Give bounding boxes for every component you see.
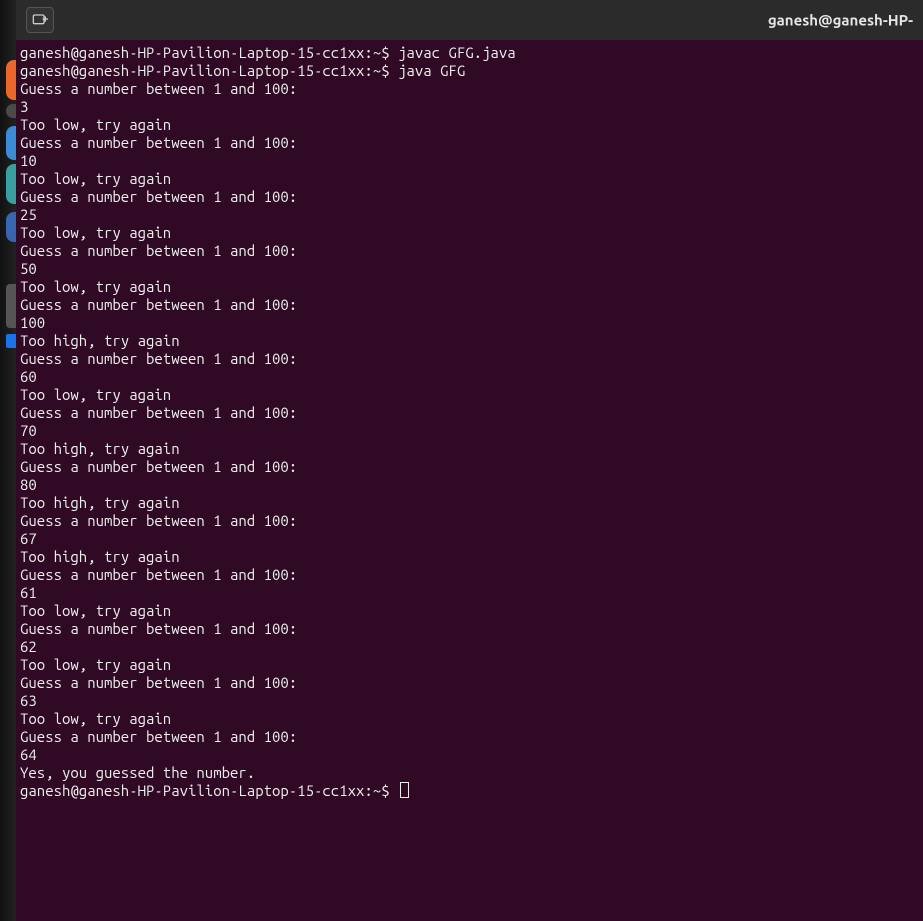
terminal-line: Guess a number between 1 and 100: [20, 458, 921, 476]
dock-item[interactable] [6, 164, 16, 204]
dock-item[interactable] [6, 104, 16, 118]
terminal-output[interactable]: ganesh@ganesh-HP-Pavilion-Laptop-15-cc1x… [16, 40, 923, 921]
terminal-line: Too low, try again [20, 116, 921, 134]
terminal-line: Too high, try again [20, 494, 921, 512]
terminal-line: Guess a number between 1 and 100: [20, 566, 921, 584]
terminal-line: 61 [20, 584, 921, 602]
dock-item[interactable] [6, 126, 16, 160]
terminal-line: 50 [20, 260, 921, 278]
terminal-line: Too low, try again [20, 710, 921, 728]
terminal-line: 10 [20, 152, 921, 170]
dock-item[interactable] [6, 212, 16, 242]
window-title: ganesh@ganesh-HP- [768, 12, 913, 29]
terminal-line: Guess a number between 1 and 100: [20, 296, 921, 314]
terminal-line: 3 [20, 98, 921, 116]
new-tab-icon [32, 12, 48, 29]
terminal-line: Yes, you guessed the number. [20, 764, 921, 782]
terminal-line: Too high, try again [20, 440, 921, 458]
terminal-line: Too low, try again [20, 602, 921, 620]
terminal-line: ganesh@ganesh-HP-Pavilion-Laptop-15-cc1x… [20, 44, 921, 62]
terminal-line: Guess a number between 1 and 100: [20, 728, 921, 746]
terminal-line: Guess a number between 1 and 100: [20, 350, 921, 368]
dock-item[interactable] [6, 60, 16, 100]
terminal-line: Guess a number between 1 and 100: [20, 188, 921, 206]
terminal-line: 63 [20, 692, 921, 710]
terminal-line: 25 [20, 206, 921, 224]
dock-item[interactable] [6, 284, 16, 328]
terminal-line: 100 [20, 314, 921, 332]
terminal-line: Too low, try again [20, 170, 921, 188]
terminal-line: 60 [20, 368, 921, 386]
launcher-dock [0, 0, 16, 921]
terminal-line: Guess a number between 1 and 100: [20, 242, 921, 260]
new-tab-button[interactable] [26, 7, 54, 33]
terminal-line: ganesh@ganesh-HP-Pavilion-Laptop-15-cc1x… [20, 62, 921, 80]
terminal-line: Guess a number between 1 and 100: [20, 404, 921, 422]
dock-item[interactable] [6, 334, 16, 348]
terminal-line: Too high, try again [20, 332, 921, 350]
terminal-line: Guess a number between 1 and 100: [20, 512, 921, 530]
terminal-line: Guess a number between 1 and 100: [20, 674, 921, 692]
terminal-line: 67 [20, 530, 921, 548]
terminal-line: Too low, try again [20, 278, 921, 296]
terminal-line: 64 [20, 746, 921, 764]
terminal-line: Guess a number between 1 and 100: [20, 620, 921, 638]
terminal-cursor [400, 782, 409, 798]
terminal-line: 70 [20, 422, 921, 440]
terminal-line: 62 [20, 638, 921, 656]
terminal-line: 80 [20, 476, 921, 494]
window-titlebar: ganesh@ganesh-HP- [16, 0, 923, 40]
terminal-line: Too low, try again [20, 224, 921, 242]
terminal-line: ganesh@ganesh-HP-Pavilion-Laptop-15-cc1x… [20, 782, 921, 800]
terminal-line: Too low, try again [20, 656, 921, 674]
terminal-line: Too low, try again [20, 386, 921, 404]
terminal-line: Too high, try again [20, 548, 921, 566]
terminal-line: Guess a number between 1 and 100: [20, 80, 921, 98]
terminal-line: Guess a number between 1 and 100: [20, 134, 921, 152]
